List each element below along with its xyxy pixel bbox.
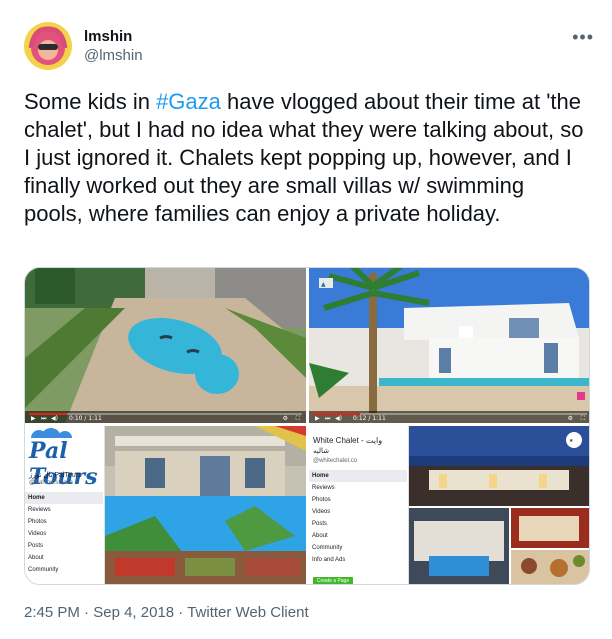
- tweet-text-before: Some kids in: [24, 89, 157, 114]
- play-icon[interactable]: ▶: [315, 415, 320, 422]
- user-handle[interactable]: @lmshin: [84, 46, 143, 66]
- paltours-nav-home[interactable]: Home: [25, 492, 103, 504]
- whitechalet-nav-photos[interactable]: Photos: [309, 494, 407, 506]
- whitechalet-nav-community[interactable]: Community: [309, 542, 407, 554]
- fullscreen-icon[interactable]: ⛶: [581, 415, 585, 422]
- whitechalet-photos: ★: [409, 426, 589, 584]
- paltours-nav-community[interactable]: Community: [25, 564, 103, 576]
- tweet-card: lmshin @lmshin ••• Some kids in #Gaza ha…: [0, 0, 612, 639]
- whitechalet-nav-info[interactable]: Info and Ads: [309, 554, 407, 566]
- paltours-handle: @PalToursGaza: [29, 480, 73, 486]
- tweet-header: lmshin @lmshin •••: [24, 22, 594, 72]
- svg-text:★: ★: [569, 438, 574, 444]
- media-chalet-video[interactable]: ▲ ▶ ⏭ ◀) 0:12 / 1:11 ⚙ ⛶: [309, 268, 589, 423]
- skip-next-icon[interactable]: ⏭: [41, 415, 46, 422]
- video-time: 0:12 / 1:11: [353, 415, 386, 422]
- video-time: 0:10 / 1:11: [69, 415, 102, 422]
- whitechalet-nav-posts[interactable]: Posts: [309, 518, 407, 530]
- settings-icon[interactable]: ⚙: [283, 415, 288, 422]
- skip-next-icon[interactable]: ⏭: [325, 415, 330, 422]
- paltours-name: بال تورز PalTours: [29, 472, 82, 479]
- whitechalet-title-ar: شاليه: [313, 448, 329, 455]
- hashtag-link[interactable]: #Gaza: [156, 89, 221, 114]
- paltours-nav-posts[interactable]: Posts: [25, 540, 103, 552]
- author-block: lmshin @lmshin: [84, 28, 143, 66]
- tweet-footer: 2:45 PM · Sep 4, 2018 · Twitter Web Clie…: [24, 603, 309, 623]
- whitechalet-nav-home[interactable]: Home: [309, 470, 407, 482]
- avatar[interactable]: [24, 22, 72, 70]
- footer-separator: ·: [174, 604, 188, 621]
- media-pool-video[interactable]: ▶ ⏭ ◀) 0:10 / 1:11 ⚙ ⛶: [25, 268, 306, 423]
- video-controls[interactable]: ▶ ⏭ ◀) 0:12 / 1:11 ⚙ ⛶: [309, 411, 589, 423]
- media-whitechalet-page[interactable]: White Chalet - وايت شاليه @whitechalet.c…: [309, 426, 589, 584]
- whitechalet-nav-about[interactable]: About: [309, 530, 407, 542]
- whitechalet-handle: @whitechalet.co: [313, 458, 358, 464]
- tweet-date[interactable]: Sep 4, 2018: [93, 604, 174, 621]
- paltours-cover-photo: [105, 426, 306, 584]
- create-page-button[interactable]: Create a Page: [313, 577, 353, 584]
- video-controls[interactable]: ▶ ⏭ ◀) 0:10 / 1:11 ⚙ ⛶: [25, 411, 306, 423]
- tweet-client[interactable]: Twitter Web Client: [187, 604, 308, 621]
- paltours-sidebar: Pal Tours بال تورز PalTours @PalToursGaz…: [25, 426, 105, 584]
- settings-icon[interactable]: ⚙: [568, 415, 573, 422]
- whitechalet-nav-videos[interactable]: Videos: [309, 506, 407, 518]
- more-horizontal-icon[interactable]: •••: [572, 28, 594, 46]
- display-name[interactable]: lmshin: [84, 28, 143, 46]
- whitechalet-sidebar: White Chalet - وايت شاليه @whitechalet.c…: [309, 426, 409, 584]
- paltours-nav: Home Reviews Photos Videos Posts About C…: [25, 492, 103, 576]
- tweet-time[interactable]: 2:45 PM: [24, 604, 80, 621]
- play-icon[interactable]: ▶: [31, 415, 36, 422]
- whitechalet-nav-reviews[interactable]: Reviews: [309, 482, 407, 494]
- svg-text:▲: ▲: [321, 281, 326, 288]
- paltours-nav-videos[interactable]: Videos: [25, 528, 103, 540]
- media-paltours-page[interactable]: Pal Tours بال تورز PalTours @PalToursGaz…: [25, 426, 306, 584]
- volume-icon[interactable]: ◀): [51, 415, 58, 422]
- whitechalet-title: White Chalet - وايت: [313, 436, 383, 445]
- volume-icon[interactable]: ◀): [335, 415, 342, 422]
- fullscreen-icon[interactable]: ⛶: [296, 415, 300, 422]
- whitechalet-nav: Home Reviews Photos Videos Posts About C…: [309, 470, 407, 566]
- paltours-nav-about[interactable]: About: [25, 552, 103, 564]
- tweet-text: Some kids in #Gaza have vlogged about th…: [24, 88, 584, 228]
- cloud-logo-icon: [31, 428, 72, 438]
- footer-separator: ·: [79, 604, 94, 621]
- paltours-nav-photos[interactable]: Photos: [25, 516, 103, 528]
- media-grid: ▶ ⏭ ◀) 0:10 / 1:11 ⚙ ⛶ ▲ ▶ ⏭ ◀) 0:12 / 1…: [24, 267, 590, 585]
- paltours-nav-reviews[interactable]: Reviews: [25, 504, 103, 516]
